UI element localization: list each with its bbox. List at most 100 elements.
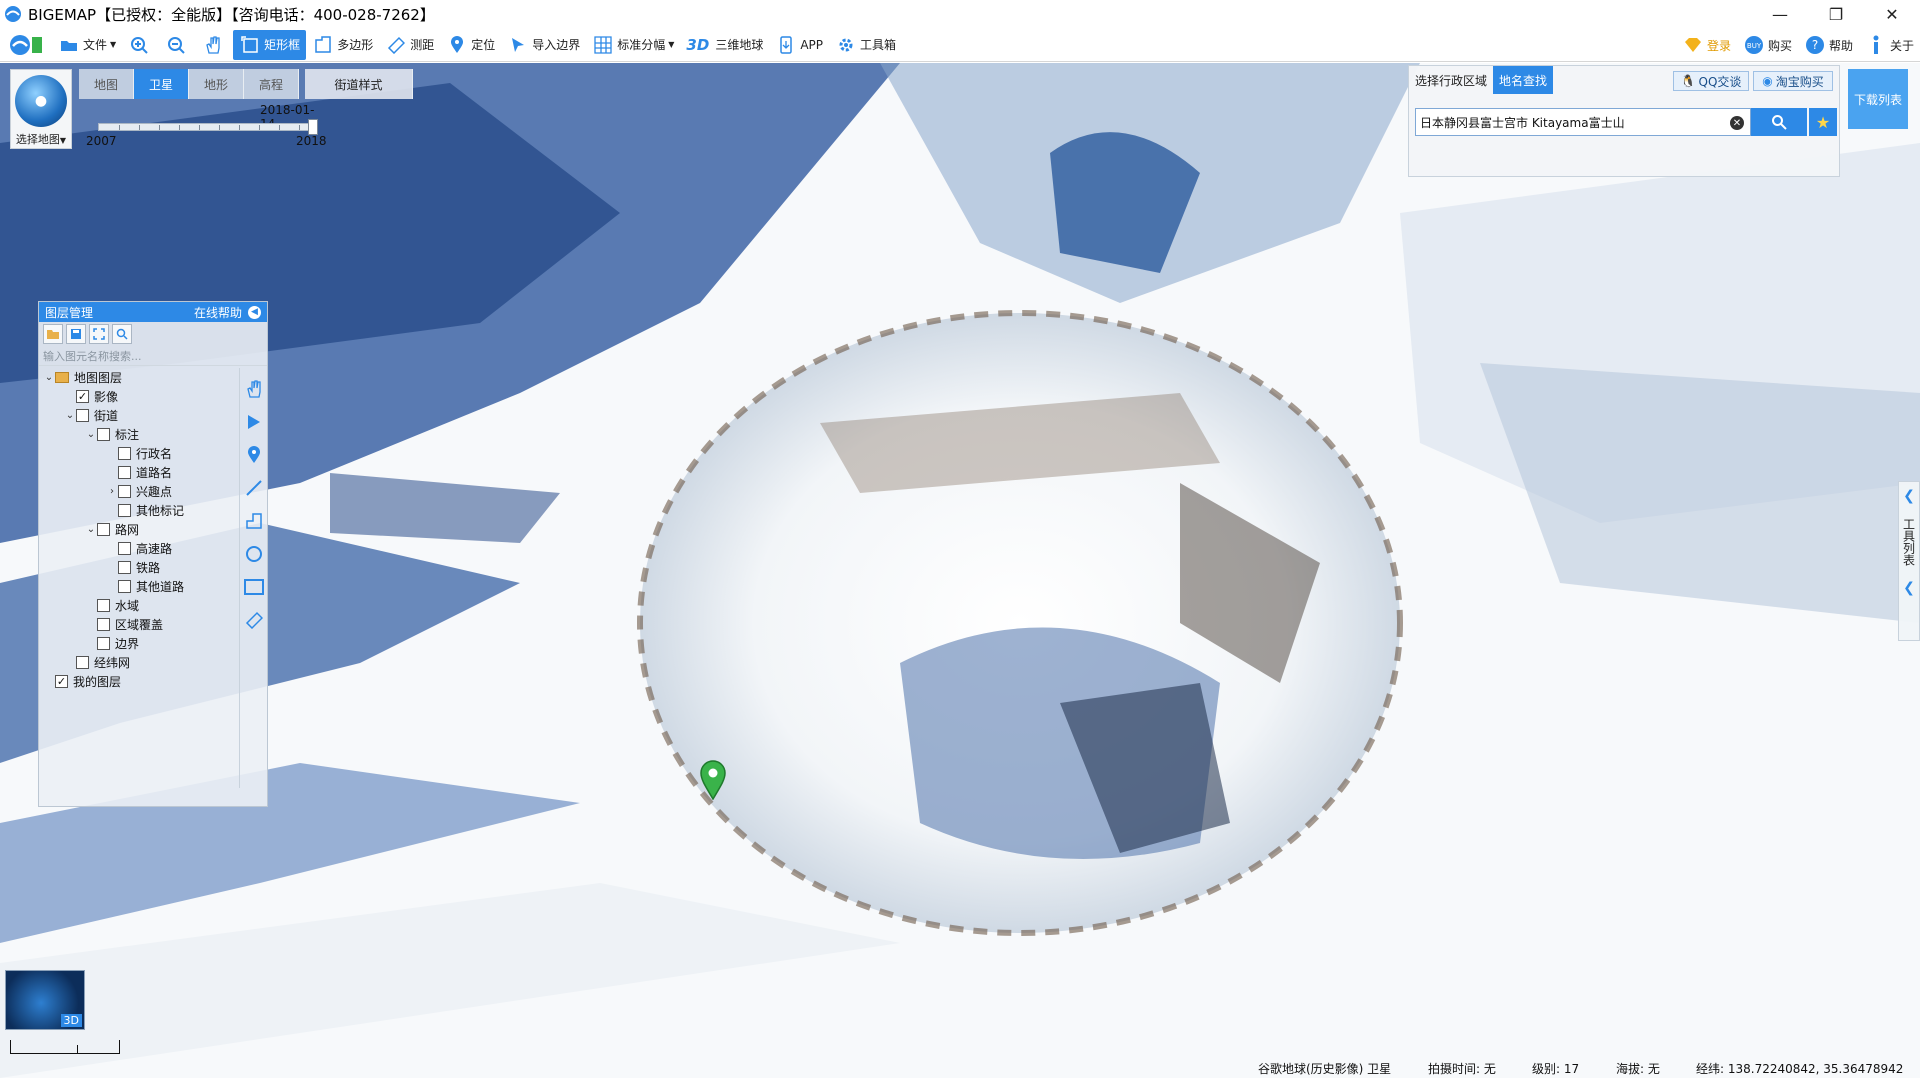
hand-icon[interactable] — [242, 377, 266, 401]
layer-tree-row[interactable]: › 兴趣点 — [39, 482, 239, 501]
status-source: 谷歌地球(历史影像) 卫星 — [1258, 1062, 1392, 1076]
mini-3d-globe[interactable]: 3D — [5, 970, 85, 1030]
taobao-buy-button[interactable]: ◉ 淘宝购买 — [1753, 71, 1833, 91]
layer-tree-row[interactable]: 其他标记 — [39, 501, 239, 520]
search-icon[interactable] — [112, 324, 132, 344]
location-marker-icon[interactable] — [700, 760, 726, 800]
chevron-down-icon[interactable]: ⌄ — [85, 524, 97, 535]
map-pin-icon[interactable] — [242, 443, 266, 467]
buy-button[interactable]: BUY 购买 — [1737, 30, 1798, 60]
import-boundary-button[interactable]: 导入边界 — [501, 30, 586, 60]
timeline-slider-track[interactable] — [98, 123, 318, 131]
app-home-button[interactable] — [0, 30, 52, 60]
login-button[interactable]: 登录 — [1676, 30, 1737, 60]
tab-satellite[interactable]: 卫星 — [134, 69, 189, 99]
file-menu[interactable]: 文件 ▼ — [52, 30, 122, 60]
layer-tree-row[interactable]: 其他道路 — [39, 577, 239, 596]
measure-button[interactable]: 测距 — [379, 30, 440, 60]
search-button[interactable] — [1751, 108, 1807, 136]
favorite-star-icon[interactable]: ★ — [1809, 108, 1837, 136]
layer-checkbox[interactable] — [97, 428, 110, 441]
street-style-button[interactable]: 街道样式 — [305, 69, 413, 99]
layer-checkbox[interactable] — [118, 561, 131, 574]
layer-tree-row[interactable]: 道路名 — [39, 463, 239, 482]
layer-checkbox[interactable] — [97, 618, 110, 631]
app-button[interactable]: APP — [769, 30, 829, 60]
download-list-button[interactable]: 下载列表 — [1848, 69, 1908, 129]
ruler-icon[interactable] — [242, 608, 266, 632]
standard-tiles-menu[interactable]: 标准分幅 ▼ — [586, 30, 680, 60]
layer-tree-row[interactable]: ⌄ 路网 — [39, 520, 239, 539]
bigemap-logo-icon — [5, 6, 21, 22]
layer-checkbox[interactable] — [76, 656, 89, 669]
clear-input-icon[interactable]: ✕ — [1730, 116, 1744, 130]
layer-checkbox[interactable] — [76, 409, 89, 422]
tab-map[interactable]: 地图 — [79, 69, 134, 99]
qq-chat-button[interactable]: 🐧 QQ交谈 — [1673, 71, 1749, 91]
toolbox-button[interactable]: 工具箱 — [829, 30, 902, 60]
globe3d-button[interactable]: 3D 三维地球 — [680, 30, 769, 60]
close-button[interactable]: ✕ — [1864, 0, 1920, 28]
tool-list-sidebar[interactable]: ❮ 工具列表 ❮ — [1898, 481, 1920, 641]
polygon-icon[interactable] — [242, 509, 266, 533]
circle-icon[interactable] — [242, 542, 266, 566]
polygon-button[interactable]: 多边形 — [306, 30, 379, 60]
fit-extent-icon[interactable] — [89, 324, 109, 344]
rect-select-button[interactable]: 矩形框 — [233, 29, 307, 60]
tab-elevation[interactable]: 高程 — [244, 69, 299, 99]
restore-button[interactable]: ❐ — [1808, 0, 1864, 28]
open-folder-icon[interactable] — [43, 324, 63, 344]
help-button[interactable]: ? 帮助 — [1798, 30, 1859, 60]
line-icon[interactable] — [242, 476, 266, 500]
layer-tree-row[interactable]: ⌄ 标注 — [39, 425, 239, 444]
layer-checkbox[interactable] — [118, 447, 131, 460]
layer-checkbox[interactable]: ✓ — [76, 390, 89, 403]
timeline-slider-thumb[interactable] — [308, 119, 318, 135]
chevron-down-icon: ▼ — [59, 136, 67, 145]
layer-checkbox[interactable] — [118, 466, 131, 479]
layer-tree-row[interactable]: 铁路 — [39, 558, 239, 577]
layer-checkbox[interactable]: ✓ — [55, 675, 68, 688]
tab-place-search[interactable]: 地名查找 — [1493, 66, 1554, 94]
tab-terrain[interactable]: 地形 — [189, 69, 244, 99]
collapse-panel-icon[interactable]: ◀ — [248, 305, 261, 319]
layer-tree-row[interactable]: 水域 — [39, 596, 239, 615]
layer-checkbox[interactable] — [97, 637, 110, 650]
layer-checkbox[interactable] — [118, 485, 131, 498]
online-help-link[interactable]: 在线帮助 — [194, 304, 242, 321]
layer-search-input[interactable]: 输入图元名称搜索... — [39, 346, 267, 366]
layer-tree-row[interactable]: 边界 — [39, 634, 239, 653]
layer-tree-row[interactable]: ✓ 影像 — [39, 387, 239, 406]
map-view[interactable]: ● 选择地图▼ 地图 卫星 地形 高程 街道样式 2018-01-14 2007… — [0, 63, 1920, 1078]
status-capture-time: 拍摄时间: 无 — [1428, 1062, 1496, 1076]
layer-tree-row[interactable]: 高速路 — [39, 539, 239, 558]
chevron-right-icon[interactable]: › — [106, 486, 118, 497]
pan-button[interactable] — [196, 30, 233, 60]
about-button[interactable]: 关于 — [1859, 30, 1920, 60]
minimize-button[interactable]: — — [1752, 0, 1808, 28]
chevron-down-icon[interactable]: ⌄ — [85, 429, 97, 440]
tab-select-region[interactable]: 选择行政区域 — [1409, 66, 1493, 94]
layer-tree-row[interactable]: ✓ 我的图层 — [39, 672, 239, 691]
layer-label: 行政名 — [136, 447, 173, 461]
layer-checkbox[interactable] — [97, 599, 110, 612]
layer-checkbox[interactable] — [118, 580, 131, 593]
layer-checkbox[interactable] — [118, 504, 131, 517]
map-source-selector[interactable]: ● 选择地图▼ — [10, 69, 72, 149]
play-arrow-icon[interactable] — [242, 410, 266, 434]
layer-tree-row[interactable]: ⌄ 街道 — [39, 406, 239, 425]
layer-tree-row[interactable]: 经纬网 — [39, 653, 239, 672]
layer-checkbox[interactable] — [97, 523, 110, 536]
locate-button[interactable]: 定位 — [440, 30, 501, 60]
layer-tree-row[interactable]: 区域覆盖 — [39, 615, 239, 634]
layer-checkbox[interactable] — [118, 542, 131, 555]
chevron-down-icon[interactable]: ⌄ — [43, 372, 55, 383]
layer-tree-row[interactable]: ⌄ 地图图层 — [39, 368, 239, 387]
rectangle-icon[interactable] — [242, 575, 266, 599]
zoom-out-button[interactable] — [159, 30, 196, 60]
save-icon[interactable] — [66, 324, 86, 344]
layer-tree-row[interactable]: 行政名 — [39, 444, 239, 463]
chevron-down-icon[interactable]: ⌄ — [64, 410, 76, 421]
place-search-input[interactable]: 日本静冈县富士宫市 Kitayama富士山 ✕ — [1415, 108, 1751, 136]
zoom-in-button[interactable] — [122, 30, 159, 60]
